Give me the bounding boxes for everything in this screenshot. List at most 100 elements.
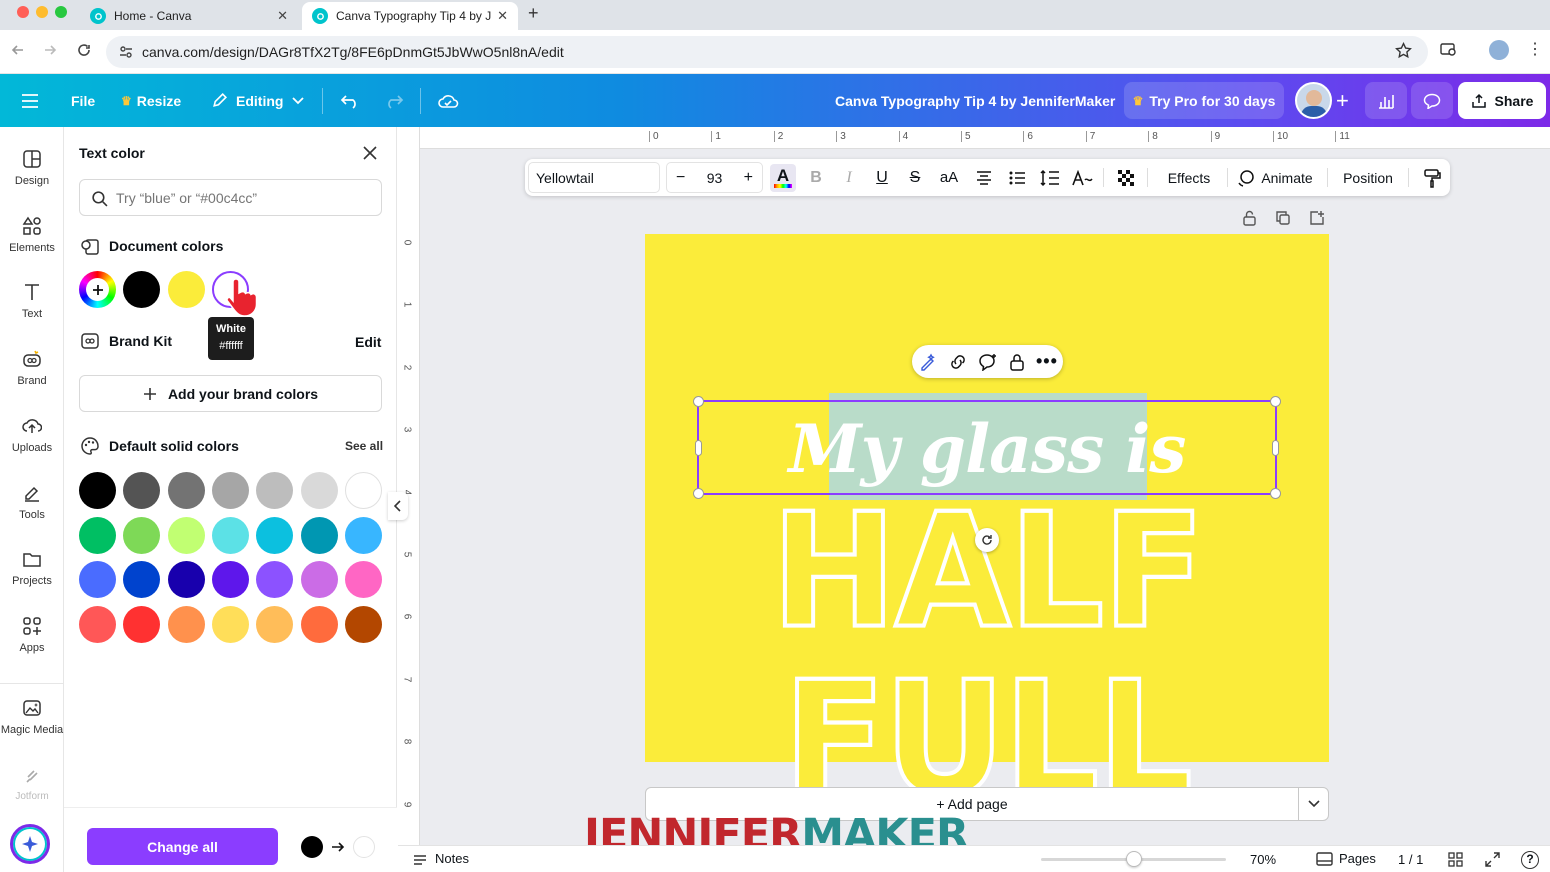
browser-menu-icon[interactable]: ⋮ [1527, 40, 1543, 60]
close-panel-icon[interactable] [362, 145, 378, 161]
editing-mode-button[interactable]: Editing [211, 74, 305, 127]
notes-button[interactable]: Notes [413, 851, 469, 866]
effects-button[interactable]: Effects [1157, 159, 1221, 196]
default-color-swatch[interactable] [123, 516, 161, 554]
document-color-swatch[interactable] [123, 271, 160, 308]
rail-item-brand[interactable]: Brand [0, 349, 64, 409]
undo-icon[interactable] [340, 74, 360, 127]
lock-page-icon[interactable] [1242, 210, 1257, 226]
default-color-swatch[interactable] [300, 605, 338, 643]
rail-item-projects[interactable]: Projects [0, 549, 64, 609]
bold-icon[interactable]: B [804, 159, 828, 196]
url-field[interactable]: canva.com/design/DAGr8TfX2Tg/8FE6pDnmGt5… [106, 36, 1428, 68]
italic-icon[interactable]: I [837, 159, 861, 196]
default-color-swatch[interactable] [211, 516, 249, 554]
zoom-percent[interactable]: 70% [1250, 852, 1276, 867]
link-icon[interactable] [948, 353, 968, 371]
main-menu-icon[interactable] [20, 74, 40, 127]
window-close-dot[interactable] [17, 6, 29, 18]
tab-typography-tip[interactable]: Canva Typography Tip 4 by J ✕ [302, 2, 518, 30]
default-color-swatch[interactable] [167, 561, 205, 598]
default-color-swatch[interactable] [300, 516, 338, 554]
default-color-swatch[interactable] [167, 605, 205, 643]
rail-item-magic-media[interactable]: Magic Media [0, 698, 64, 758]
brand-kit-edit-link[interactable]: Edit [355, 334, 381, 350]
default-color-swatch[interactable] [167, 516, 205, 554]
invite-plus-icon[interactable]: + [1336, 74, 1349, 127]
try-pro-button[interactable]: ♛ Try Pro for 30 days [1124, 82, 1284, 119]
bookmark-star-icon[interactable] [1395, 42, 1412, 59]
see-all-link[interactable]: See all [345, 439, 383, 453]
profile-avatar[interactable] [1489, 40, 1509, 60]
default-color-swatch[interactable] [344, 561, 382, 598]
default-color-swatch[interactable] [256, 561, 294, 598]
default-color-swatch[interactable] [123, 472, 161, 509]
default-color-swatch[interactable] [167, 472, 205, 509]
increase-size-button[interactable]: + [744, 169, 753, 187]
default-color-swatch[interactable] [256, 516, 294, 554]
rail-item-jotform[interactable]: Jotform [0, 765, 64, 825]
align-center-icon[interactable] [970, 159, 998, 196]
magic-assistant-button[interactable] [10, 824, 50, 864]
magic-write-icon[interactable] [919, 353, 937, 371]
zoom-slider-handle[interactable] [1125, 851, 1142, 867]
design-canvas[interactable]: My glass is HALF FULL ••• [645, 234, 1329, 826]
list-icon[interactable] [1003, 159, 1031, 196]
default-color-swatch[interactable] [344, 472, 382, 509]
font-family-dropdown[interactable]: Yellowtail [528, 162, 660, 193]
pages-button[interactable]: Pages [1316, 851, 1376, 866]
rail-item-design[interactable]: Design [0, 149, 64, 209]
add-page-options-button[interactable] [1298, 788, 1329, 820]
strikethrough-icon[interactable]: S [903, 159, 927, 196]
collapse-panel-button[interactable] [388, 492, 408, 520]
rotate-handle[interactable] [975, 528, 999, 552]
back-icon[interactable] [10, 42, 26, 58]
default-color-swatch[interactable] [123, 561, 161, 598]
comment-icon[interactable] [1411, 82, 1453, 119]
tab-close-icon[interactable]: ✕ [277, 8, 288, 24]
window-maximize-dot[interactable] [55, 6, 67, 18]
cloud-saved-icon[interactable] [437, 74, 459, 127]
default-color-swatch[interactable] [79, 472, 116, 509]
change-all-button[interactable]: Change all [87, 828, 278, 865]
resize-button[interactable]: ♛ Resize [121, 74, 181, 127]
color-search-input[interactable] [116, 186, 366, 210]
reload-icon[interactable] [76, 42, 92, 58]
add-color-swatch[interactable] [79, 271, 116, 308]
site-settings-icon[interactable] [118, 44, 134, 60]
tab-search-icon[interactable] [1440, 42, 1458, 58]
font-size-value[interactable]: 93 [707, 170, 723, 186]
decrease-size-button[interactable]: − [676, 169, 685, 187]
document-color-swatch[interactable] [167, 271, 205, 308]
letter-case-icon[interactable]: aA [935, 159, 963, 196]
default-color-swatch[interactable] [344, 605, 382, 643]
spacing-icon[interactable] [1036, 159, 1064, 196]
add-comment-icon[interactable] [978, 353, 998, 371]
transparency-icon[interactable] [1112, 159, 1140, 196]
text-style-icon[interactable] [1069, 159, 1097, 196]
more-options-icon[interactable]: ••• [1036, 351, 1058, 372]
new-tab-icon[interactable]: + [528, 3, 539, 24]
tab-home-canva[interactable]: Home - Canva ✕ [80, 2, 298, 30]
duplicate-page-icon[interactable] [1275, 210, 1291, 226]
default-color-swatch[interactable] [344, 516, 382, 554]
add-page-icon[interactable] [1309, 210, 1325, 226]
redo-icon[interactable] [384, 74, 404, 127]
insights-chart-icon[interactable] [1365, 82, 1407, 119]
rail-item-elements[interactable]: Elements [0, 216, 64, 276]
position-button[interactable]: Position [1337, 159, 1399, 196]
tab-close-icon[interactable]: ✕ [497, 8, 508, 24]
default-color-swatch[interactable] [123, 605, 161, 643]
rail-item-apps[interactable]: Apps [0, 616, 64, 676]
default-color-swatch[interactable] [211, 472, 249, 509]
default-color-swatch[interactable] [211, 561, 249, 598]
animate-button[interactable]: Animate [1235, 159, 1315, 196]
default-color-swatch[interactable] [79, 605, 116, 643]
underline-icon[interactable]: U [870, 159, 894, 196]
default-color-swatch[interactable] [300, 561, 338, 598]
add-brand-colors-button[interactable]: Add your brand colors [79, 375, 382, 412]
rail-item-text[interactable]: Text [0, 282, 64, 342]
rail-item-uploads[interactable]: Uploads [0, 416, 64, 476]
window-minimize-dot[interactable] [36, 6, 48, 18]
file-menu-button[interactable]: File [71, 74, 95, 127]
